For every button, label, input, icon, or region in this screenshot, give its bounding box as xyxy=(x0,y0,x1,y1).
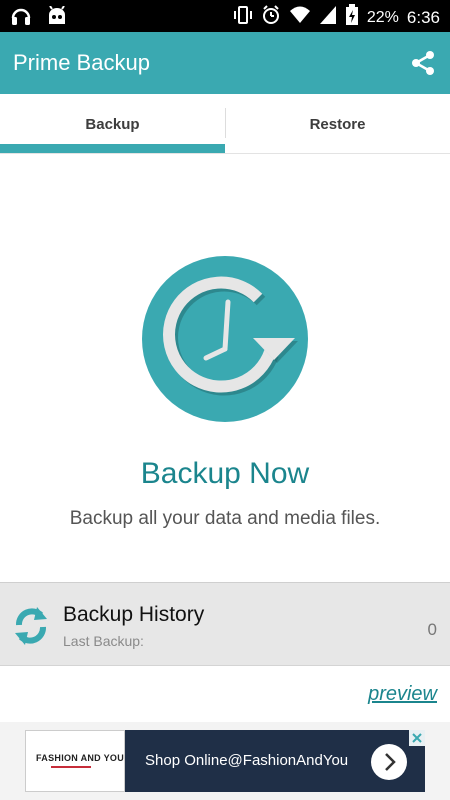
backup-now-clock-icon[interactable] xyxy=(140,254,310,424)
sync-icon xyxy=(11,605,51,647)
ad-text: Shop Online@FashionAndYou xyxy=(145,752,349,769)
backup-count: 0 xyxy=(427,620,437,639)
vibrate-icon xyxy=(233,4,253,31)
backup-description: Backup all your data and media files. xyxy=(69,508,381,529)
wifi-icon xyxy=(289,5,311,30)
tab-restore[interactable]: Restore xyxy=(225,94,450,154)
ad-arrow-button[interactable] xyxy=(371,744,407,780)
clock-time: 6:36 xyxy=(406,7,440,27)
ad-logo: FASHION AND YOU xyxy=(25,730,125,792)
last-backup-label: Last Backup: xyxy=(63,633,144,649)
ad-logo-text: FASHION AND YOU xyxy=(36,753,125,763)
preview-link[interactable]: preview xyxy=(368,683,437,706)
headphones-icon xyxy=(10,6,32,31)
app-title: Prime Backup xyxy=(13,50,150,75)
backup-history-title: Backup History xyxy=(63,603,205,626)
battery-icon xyxy=(345,4,359,31)
active-tab-indicator xyxy=(0,144,225,153)
ad-close-icon[interactable] xyxy=(409,730,425,746)
status-bar: 22% 6:36 xyxy=(0,0,450,32)
signal-icon xyxy=(319,5,337,30)
alarm-icon xyxy=(261,4,281,31)
battery-percent: 22% xyxy=(366,8,399,26)
app-bar: Prime Backup xyxy=(0,32,450,94)
ad-banner[interactable]: FASHION AND YOU Shop Online@FashionAndYo… xyxy=(25,730,425,792)
ad-logo-underline xyxy=(51,766,91,768)
ad-area: FASHION AND YOU Shop Online@FashionAndYo… xyxy=(0,722,450,800)
share-icon[interactable] xyxy=(410,50,436,76)
android-icon xyxy=(46,5,68,31)
backup-now-title[interactable]: Backup Now xyxy=(0,457,450,491)
backup-history-row[interactable]: Backup History Last Backup: 0 xyxy=(0,582,450,666)
